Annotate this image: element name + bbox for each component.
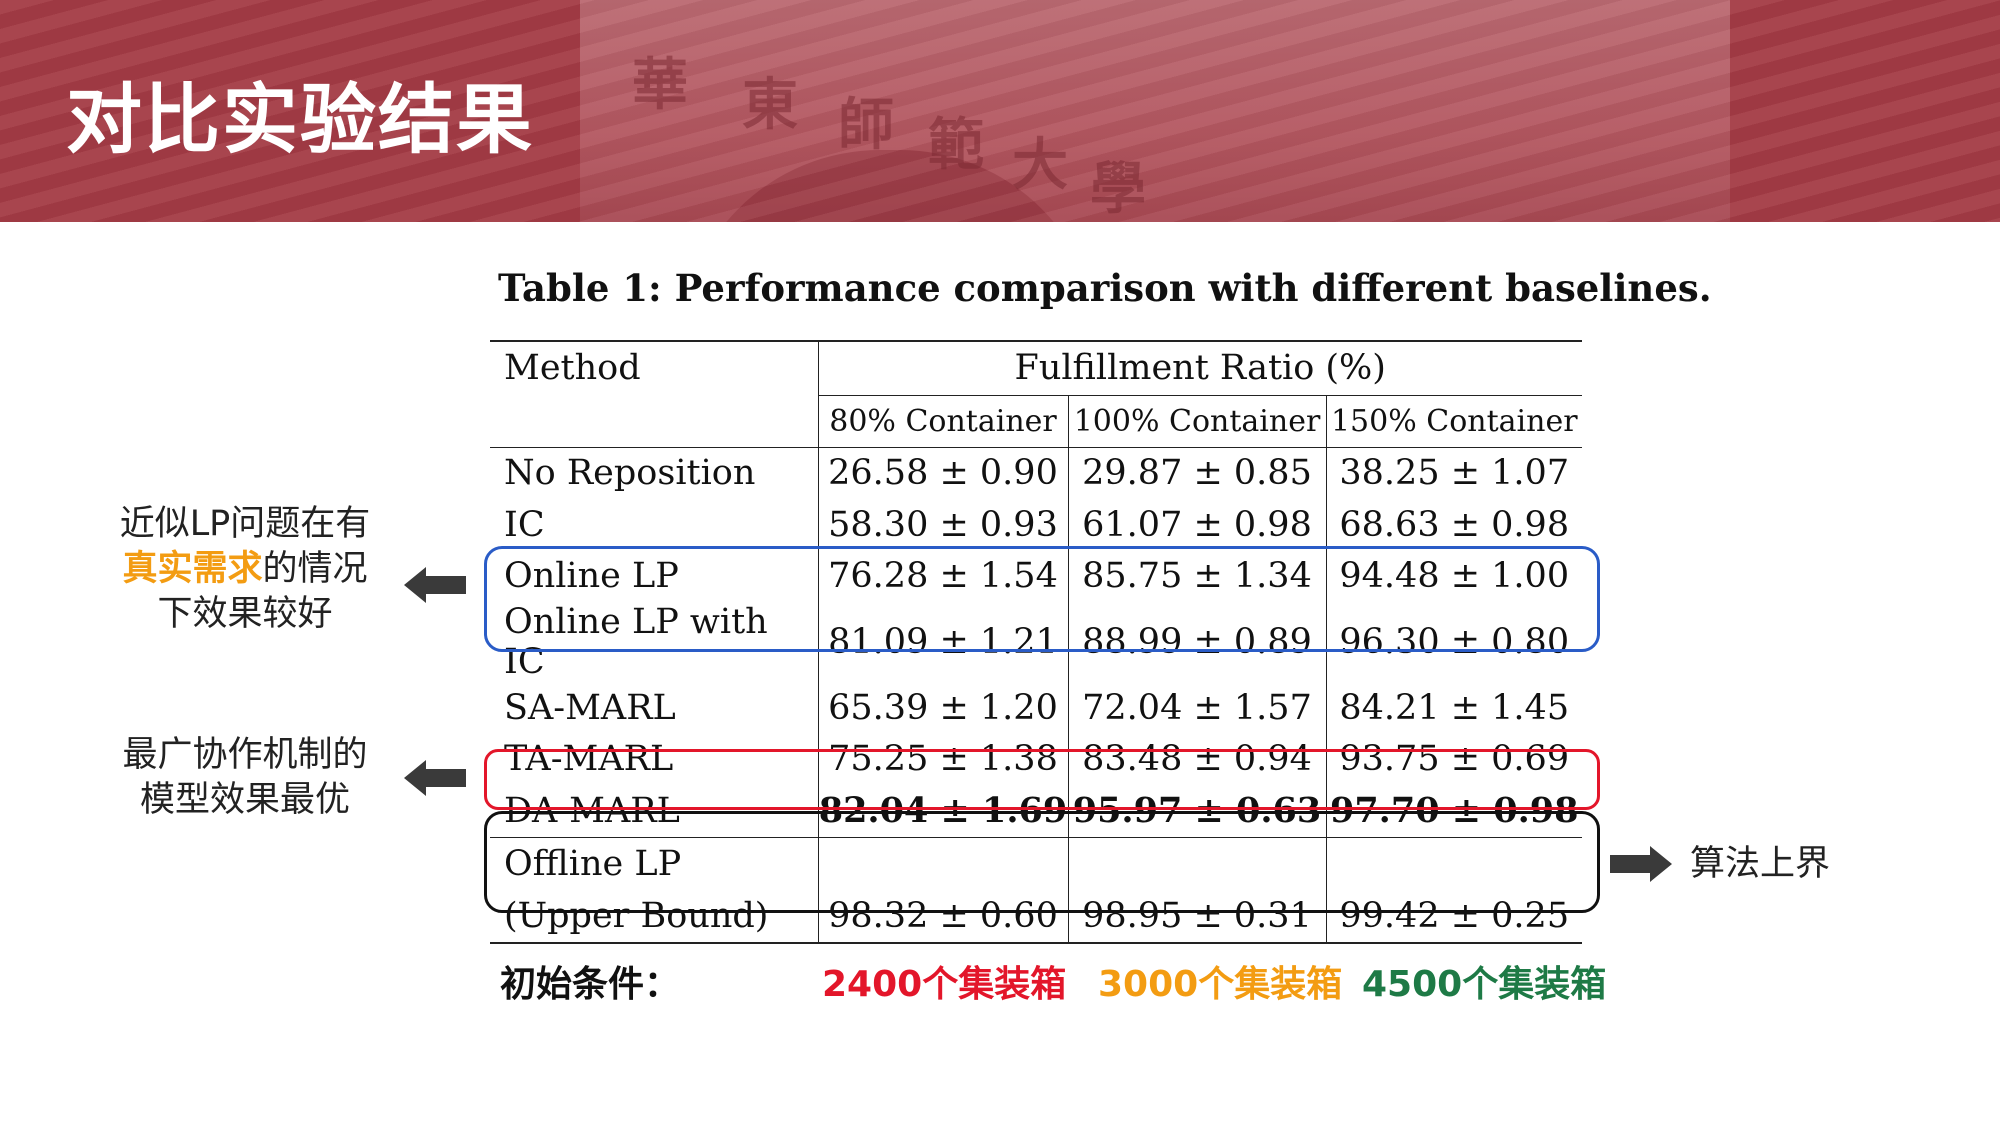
header-banner: 華 東 師 範 大 學 对比实验结果 (0, 0, 2000, 222)
conditions-label: 初始条件： (500, 964, 681, 1005)
value-cell: 72.04 ± 1.57 (1068, 682, 1327, 734)
column-header: 80% Container (818, 394, 1069, 448)
page-title: 对比实验结果 (66, 75, 534, 164)
value-cell: 58.30 ± 0.93 (818, 499, 1069, 551)
fulfillment-ratio-header: Fulfillment Ratio (%) (1014, 348, 1386, 389)
left-arrow-icon (404, 760, 466, 796)
value-cell: 68.63 ± 0.98 (1339, 504, 1570, 545)
note-line: 真实需求的情况 (100, 547, 390, 592)
method-cell: No Reposition (490, 447, 819, 499)
upper-bound-highlight-box (484, 811, 1600, 913)
method-header: Method (490, 341, 819, 448)
table-row: No Reposition 26.58 ± 0.90 29.87 ± 0.85 … (490, 447, 1582, 499)
note-line: 近似LP问题在有 (119, 504, 371, 544)
value-cell: 38.25 ± 1.07 (1339, 453, 1570, 494)
da-marl-note: 最广协作机制的 模型效果最优 (100, 733, 390, 823)
value-cell: 26.58 ± 0.90 (818, 447, 1069, 499)
online-lp-highlight-box (484, 546, 1600, 652)
carved-char: 師 (838, 92, 894, 158)
carved-char: 華 (632, 52, 688, 118)
table-row: SA-MARL 65.39 ± 1.20 72.04 ± 1.57 84.21 … (490, 682, 1582, 734)
carved-char: 範 (928, 112, 984, 178)
note-text: 的情况 (262, 549, 368, 589)
method-cell: SA-MARL (490, 682, 819, 734)
online-lp-note: 近似LP问题在有 真实需求的情况 下效果较好 (100, 502, 390, 637)
condition-80: 2400个集装箱 (822, 964, 1067, 1005)
note-highlight: 真实需求 (122, 549, 263, 589)
note-line: 最广协作机制的 (122, 735, 368, 775)
note-line: 下效果较好 (157, 594, 333, 634)
upper-bound-note: 算法上界 (1690, 844, 1831, 884)
condition-100: 3000个集装箱 (1098, 964, 1343, 1005)
note-line: 模型效果最优 (139, 780, 350, 820)
right-arrow-icon (1610, 846, 1672, 882)
value-cell: 29.87 ± 0.85 (1068, 447, 1327, 499)
condition-150: 4500个集装箱 (1362, 964, 1607, 1005)
carved-char: 東 (742, 72, 798, 138)
table-caption: Table 1: Performance comparison with dif… (498, 266, 1712, 310)
column-header: 150% Container (1326, 394, 1582, 448)
method-cell: IC (490, 499, 819, 551)
column-header: 100% Container (1068, 394, 1327, 448)
value-cell: 84.21 ± 1.45 (1339, 687, 1570, 728)
carved-char: 大 (1012, 132, 1068, 198)
da-marl-highlight-box (484, 749, 1600, 810)
value-cell: 61.07 ± 0.98 (1068, 499, 1327, 551)
table-row: IC 58.30 ± 0.93 61.07 ± 0.98 68.63 ± 0.9… (490, 499, 1582, 551)
value-cell: 65.39 ± 1.20 (818, 682, 1069, 734)
carved-char: 學 (1090, 156, 1146, 222)
left-arrow-icon (404, 567, 466, 603)
